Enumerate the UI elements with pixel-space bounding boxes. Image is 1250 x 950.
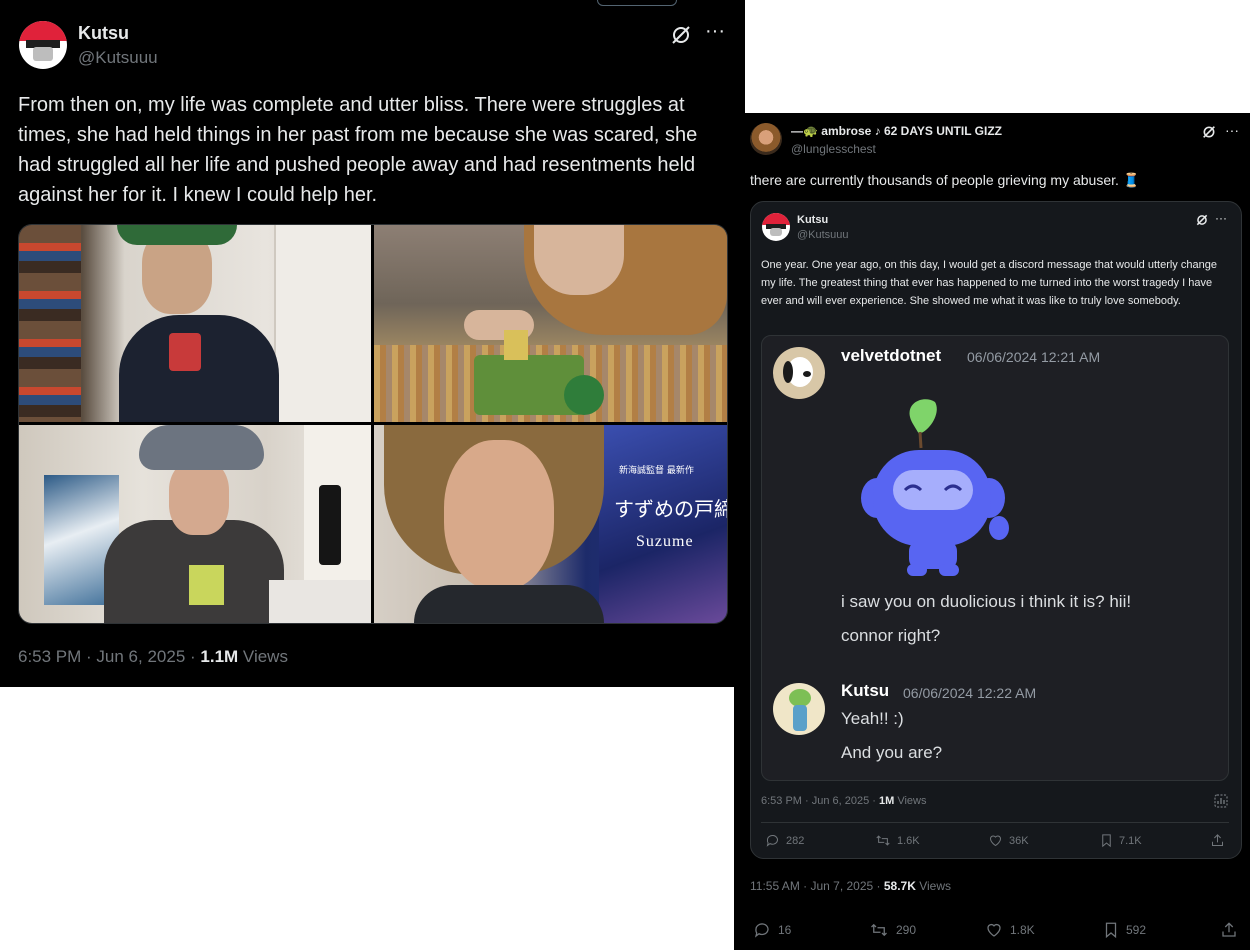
photo-4[interactable]: 新海誠監督 最新作 すずめの戸締まり Suzume — [374, 425, 727, 623]
quoted-like-count: 36K — [1009, 834, 1029, 847]
heart-icon — [989, 835, 1002, 847]
views-label: Views — [915, 879, 952, 893]
quoted-share-button[interactable] — [1210, 833, 1225, 848]
like-button[interactable]: 1.8K — [985, 921, 1035, 939]
like-count: 1.8K — [1010, 923, 1035, 937]
right-tweet: —🐢 ambrose ♪ 62 DAYS UNTIL GIZZ @lungles… — [734, 113, 1250, 950]
tweet-text: there are currently thousands of people … — [750, 172, 1141, 188]
quoted-repost-button[interactable]: 1.6K — [875, 833, 920, 848]
kutsu-discord-avatar — [773, 683, 825, 735]
quoted-meta: 6:53 PM · Jun 6, 2025 · 1M Views — [761, 795, 927, 807]
quoted-text: One year. One year ago, on this day, I w… — [761, 259, 1217, 307]
more-options-icon[interactable]: ··· — [700, 20, 730, 43]
msg1-line1: i saw you on duolicious i think it is? h… — [841, 592, 1132, 611]
photo-2[interactable] — [374, 225, 727, 422]
bookmark-icon — [1105, 922, 1117, 939]
share-button[interactable] — [1220, 921, 1238, 939]
quoted-views-label: Views — [894, 795, 927, 807]
msg2-line1: Yeah!! :) — [841, 709, 904, 728]
quoted-kutsu-avatar[interactable] — [762, 213, 790, 241]
quoted-repost-count: 1.6K — [897, 834, 920, 847]
tweet-time[interactable]: 11:55 AM · Jun 7, 2025 · — [750, 879, 884, 893]
author-name[interactable]: —🐢 ambrose ♪ 62 DAYS UNTIL GIZZ — [791, 124, 1002, 138]
analytics-icon[interactable] — [1214, 794, 1228, 808]
quoted-author-name[interactable]: Kutsu — [797, 214, 828, 226]
ambrose-avatar[interactable] — [750, 123, 782, 155]
reply-button[interactable]: 16 — [753, 921, 791, 939]
msg1-line2: connor right? — [841, 626, 941, 645]
reply-icon — [766, 835, 778, 847]
left-tweet: Kutsu @Kutsuuu ··· From then on, my life… — [0, 0, 745, 687]
msg2-username: Kutsu — [841, 681, 890, 700]
divider — [761, 822, 1229, 823]
photo-1[interactable] — [19, 225, 371, 422]
repost-count: 290 — [896, 923, 917, 937]
views-count: 1.1M — [200, 647, 239, 666]
top-button-fragment[interactable] — [597, 0, 677, 6]
tweet-time[interactable]: 6:53 PM · Jun 6, 2025 · — [18, 647, 200, 666]
heart-icon — [987, 923, 1001, 937]
repost-icon — [876, 835, 890, 846]
reply-icon — [754, 923, 769, 938]
quoted-like-button[interactable]: 36K — [988, 833, 1029, 848]
msg2-time: 06/06/2024 12:22 AM — [903, 685, 1037, 701]
bookmark-count: 592 — [1126, 923, 1147, 937]
share-icon — [1222, 922, 1236, 937]
bookmark-icon — [1102, 834, 1111, 848]
author-handle[interactable]: @Kutsuuu — [78, 48, 158, 68]
quoted-more-icon[interactable]: ··· — [1211, 211, 1231, 225]
grok-icon[interactable] — [669, 23, 693, 47]
reply-count: 16 — [778, 923, 792, 937]
wumpus-sticker — [857, 396, 1017, 581]
author-handle[interactable]: @lunglesschest — [791, 142, 876, 156]
quoted-reply-button[interactable]: 282 — [765, 833, 804, 848]
photo-grid: 新海誠監督 最新作 すずめの戸締まり Suzume — [18, 224, 728, 624]
tweet-text: From then on, my life was complete and u… — [18, 94, 698, 206]
views-count: 58.7K — [883, 879, 916, 893]
tweet-meta: 6:53 PM · Jun 6, 2025 · 1.1M Views — [18, 647, 288, 667]
kutsu-avatar[interactable] — [19, 21, 67, 69]
quoted-bookmark-button[interactable]: 7.1K — [1100, 833, 1142, 848]
quoted-tweet[interactable]: Kutsu @Kutsuuu ··· One year. One year ag… — [750, 201, 1242, 859]
quoted-reply-count: 282 — [786, 834, 805, 847]
photo-3[interactable] — [19, 425, 371, 623]
msg1-time: 06/06/2024 12:21 AM — [967, 349, 1101, 365]
quoted-bookmark-count: 7.1K — [1119, 834, 1142, 847]
author-name[interactable]: Kutsu — [78, 23, 129, 44]
poster-line1: 新海誠監督 最新作 — [619, 466, 694, 476]
bookmark-button[interactable]: 592 — [1103, 921, 1146, 939]
quoted-views-count: 1M — [879, 795, 895, 807]
repost-icon — [871, 923, 887, 937]
quoted-author-handle[interactable]: @Kutsuuu — [797, 229, 849, 241]
msg1-username: velvetdotnet — [841, 346, 942, 365]
discord-screenshot[interactable]: velvetdotnet 06/06/2024 12:21 AM i saw y… — [761, 335, 1229, 781]
msg2-line2: And you are? — [841, 743, 943, 762]
grok-icon[interactable] — [1201, 124, 1217, 140]
views-label: Views — [238, 647, 288, 666]
share-icon — [1212, 834, 1223, 846]
poster-title: すずめの戸締まり — [614, 497, 727, 521]
poster-en: Suzume — [636, 533, 694, 550]
quoted-grok-icon[interactable] — [1195, 213, 1209, 227]
tweet-meta: 11:55 AM · Jun 7, 2025 · 58.7K Views — [750, 879, 951, 893]
quoted-time[interactable]: 6:53 PM · Jun 6, 2025 · — [761, 795, 879, 807]
more-options-icon[interactable]: ··· — [1221, 122, 1243, 138]
repost-button[interactable]: 290 — [869, 921, 916, 939]
velvet-avatar — [773, 347, 825, 399]
